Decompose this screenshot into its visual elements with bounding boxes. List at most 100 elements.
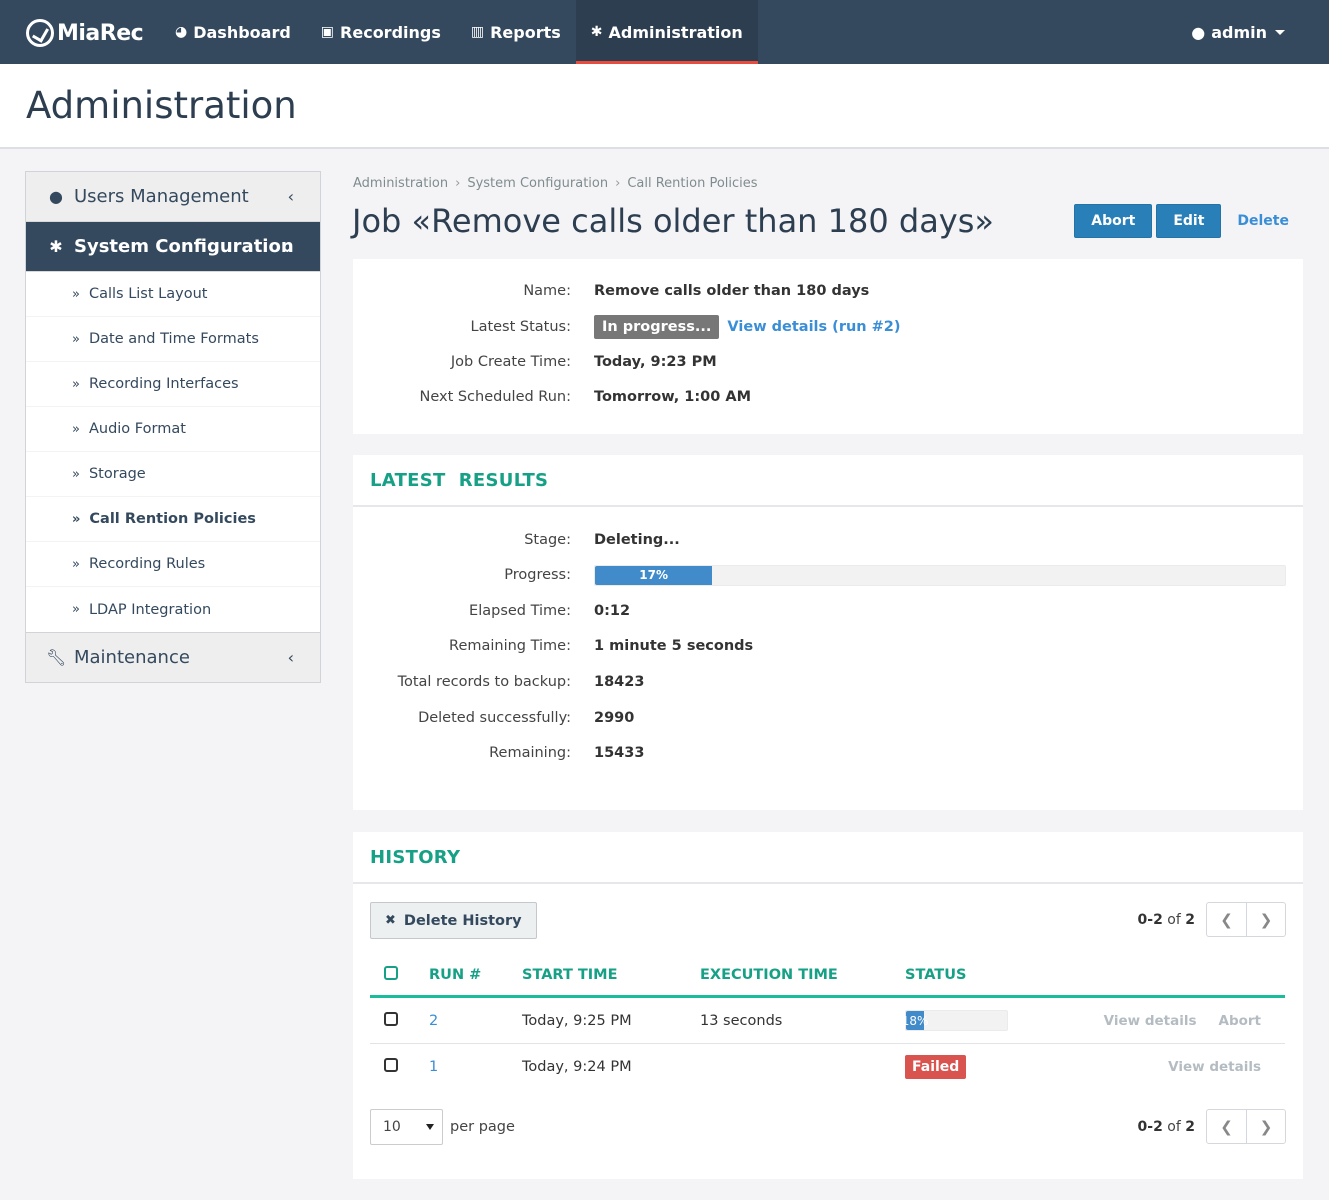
gear-icon: ✱: [49, 237, 63, 256]
wrench-icon: 🔧︎: [46, 648, 67, 667]
prev-page-button[interactable]: ❮: [1207, 903, 1246, 936]
user-menu[interactable]: ● admin: [1191, 0, 1285, 64]
select-all-checkbox[interactable]: [384, 965, 398, 980]
remaining-time-row: Remaining Time: 1 minute 5 seconds: [353, 631, 1303, 661]
sidebar-item-calls-list-layout[interactable]: » Calls List Layout: [26, 272, 320, 317]
row-checkbox[interactable]: [384, 1058, 398, 1072]
pager-range: 0-2: [1137, 911, 1163, 928]
history-table: RUN # START TIME EXECUTION TIME STATUS 2…: [370, 954, 1285, 1090]
sidebar-item-recording-rules[interactable]: » Recording Rules: [26, 542, 320, 587]
column-start-time[interactable]: START TIME: [522, 967, 700, 983]
failed-status-badge: Failed: [905, 1055, 967, 1079]
brand-logo[interactable]: MiaRec: [26, 17, 144, 49]
user-icon: ●: [1191, 22, 1206, 42]
breadcrumb-system-configuration[interactable]: System Configuration: [467, 176, 608, 191]
delete-history-label: Delete History: [403, 912, 522, 929]
elapsed-value: 0:12: [594, 603, 631, 619]
latest-results-heading: LATEST RESULTS: [353, 455, 1303, 507]
chevron-down-icon: ⌄: [280, 237, 294, 256]
close-icon: ✖: [385, 913, 396, 928]
bar-chart-icon: ▥: [470, 24, 485, 40]
sidebar-item-call-retention-policies[interactable]: » Call Rention Policies: [26, 497, 320, 542]
stage-value: Deleting...: [594, 532, 680, 548]
sidebar-group-label: Maintenance: [74, 647, 190, 668]
stage-label: Stage:: [524, 532, 571, 548]
job-actions: Abort Edit Delete: [1074, 204, 1301, 238]
job-title: Job «Remove calls older than 180 days»: [352, 202, 994, 240]
run-link[interactable]: 1: [429, 1059, 438, 1075]
breadcrumb: Administration › System Configuration › …: [353, 176, 758, 191]
row-progress-bar-fill: 18%: [902, 1011, 928, 1030]
sidebar-group-label: Users Management: [74, 186, 249, 207]
nav-recordings-label: Recordings: [340, 22, 441, 42]
per-page-select[interactable]: 10: [370, 1109, 443, 1145]
sidebar-item-ldap-integration[interactable]: » LDAP Integration: [26, 587, 320, 632]
sidebar-group-system-configuration[interactable]: ✱ System Configuration ⌄: [26, 222, 320, 272]
progress-row: Progress: 17%: [353, 560, 1303, 590]
nav-administration[interactable]: ✱ Administration: [575, 0, 758, 64]
remaining-label: Remaining:: [489, 745, 571, 761]
abort-link[interactable]: Abort: [1219, 1013, 1262, 1029]
sidebar-item-label: LDAP Integration: [88, 601, 212, 618]
row-checkbox[interactable]: [384, 1011, 398, 1026]
edit-button[interactable]: Edit: [1156, 204, 1222, 238]
next-run-label: Next Scheduled Run:: [419, 389, 571, 405]
start-time-cell: Today, 9:24 PM: [522, 1059, 632, 1075]
column-execution-time[interactable]: EXECUTION TIME: [700, 967, 905, 983]
caret-down-icon: [426, 1124, 434, 1130]
total-records-value: 18423: [594, 674, 645, 690]
latest-status-row: Latest Status: In progress... View detai…: [353, 312, 1303, 342]
total-records-label: Total records to backup:: [397, 674, 571, 690]
breadcrumb-call-retention-policies: Call Rention Policies: [627, 176, 758, 191]
sidebar-item-date-time-formats[interactable]: » Date and Time Formats: [26, 317, 320, 362]
per-page-label: per page: [450, 1119, 515, 1135]
create-time-label: Job Create Time:: [450, 354, 571, 370]
next-page-button[interactable]: ❯: [1246, 903, 1285, 936]
sidebar-item-audio-format[interactable]: » Audio Format: [26, 407, 320, 452]
nav-dashboard[interactable]: ◕ Dashboard: [160, 0, 306, 64]
next-page-button[interactable]: ❯: [1246, 1110, 1285, 1143]
remaining-row: Remaining: 15433: [353, 738, 1303, 768]
sidebar-group-users-management[interactable]: ● Users Management ‹: [26, 172, 320, 222]
abort-button[interactable]: Abort: [1074, 204, 1153, 238]
view-details-link[interactable]: View details (run #2): [727, 319, 900, 335]
elapsed-label: Elapsed Time:: [469, 603, 571, 619]
nav-reports[interactable]: ▥ Reports: [456, 0, 576, 64]
chevron-right-icon: ❯: [1259, 1117, 1273, 1136]
delete-history-button[interactable]: ✖ Delete History: [370, 902, 537, 939]
pager-range-text: 0-2 of 2: [1138, 1119, 1195, 1135]
history-panel: HISTORY ✖ Delete History 0-2 of 2 ❮ ❯ RU…: [353, 832, 1303, 1179]
run-link[interactable]: 2: [429, 1013, 438, 1029]
page-header: Administration: [0, 64, 1329, 149]
name-value: Remove calls older than 180 days: [594, 283, 870, 299]
sidebar-item-recording-interfaces[interactable]: » Recording Interfaces: [26, 362, 320, 407]
per-page-control: 10 per page: [370, 1109, 515, 1145]
column-run[interactable]: RUN #: [429, 967, 522, 983]
view-details-link[interactable]: View details: [1104, 1013, 1197, 1029]
double-chevron-right-icon: »: [72, 376, 80, 392]
breadcrumb-administration[interactable]: Administration: [353, 176, 448, 191]
pager-top: 0-2 of 2 ❮ ❯: [1138, 902, 1286, 937]
nav-administration-label: Administration: [608, 22, 743, 42]
table-header: RUN # START TIME EXECUTION TIME STATUS: [370, 954, 1285, 998]
column-status[interactable]: STATUS: [905, 967, 1105, 983]
table-row: 2 Today, 9:25 PM 13 seconds 18% View det…: [370, 998, 1285, 1044]
sidebar-item-label: Recording Interfaces: [88, 376, 239, 392]
remaining-value: 15433: [594, 745, 645, 761]
view-details-link[interactable]: View details: [1168, 1059, 1261, 1075]
pager-range: 0-2: [1137, 1118, 1163, 1135]
sidebar-item-label: Storage: [88, 466, 146, 482]
miarec-logo-icon: [26, 19, 54, 47]
username: admin: [1211, 22, 1267, 42]
nav-recordings[interactable]: ▣ Recordings: [306, 0, 456, 64]
sidebar-group-maintenance[interactable]: 🔧︎ Maintenance ‹: [26, 632, 320, 682]
table-row: 1 Today, 9:24 PM Failed View details: [370, 1044, 1285, 1090]
double-chevron-right-icon: »: [72, 331, 80, 347]
sidebar-item-label: Audio Format: [88, 421, 186, 437]
create-time-value: Today, 9:23 PM: [594, 354, 717, 370]
sidebar-item-label: Call Rention Policies: [89, 511, 256, 527]
prev-page-button[interactable]: ❮: [1207, 1110, 1246, 1143]
sidebar-item-storage[interactable]: » Storage: [26, 452, 320, 497]
delete-button[interactable]: Delete: [1225, 204, 1301, 238]
dashboard-icon: ◕: [175, 24, 188, 40]
